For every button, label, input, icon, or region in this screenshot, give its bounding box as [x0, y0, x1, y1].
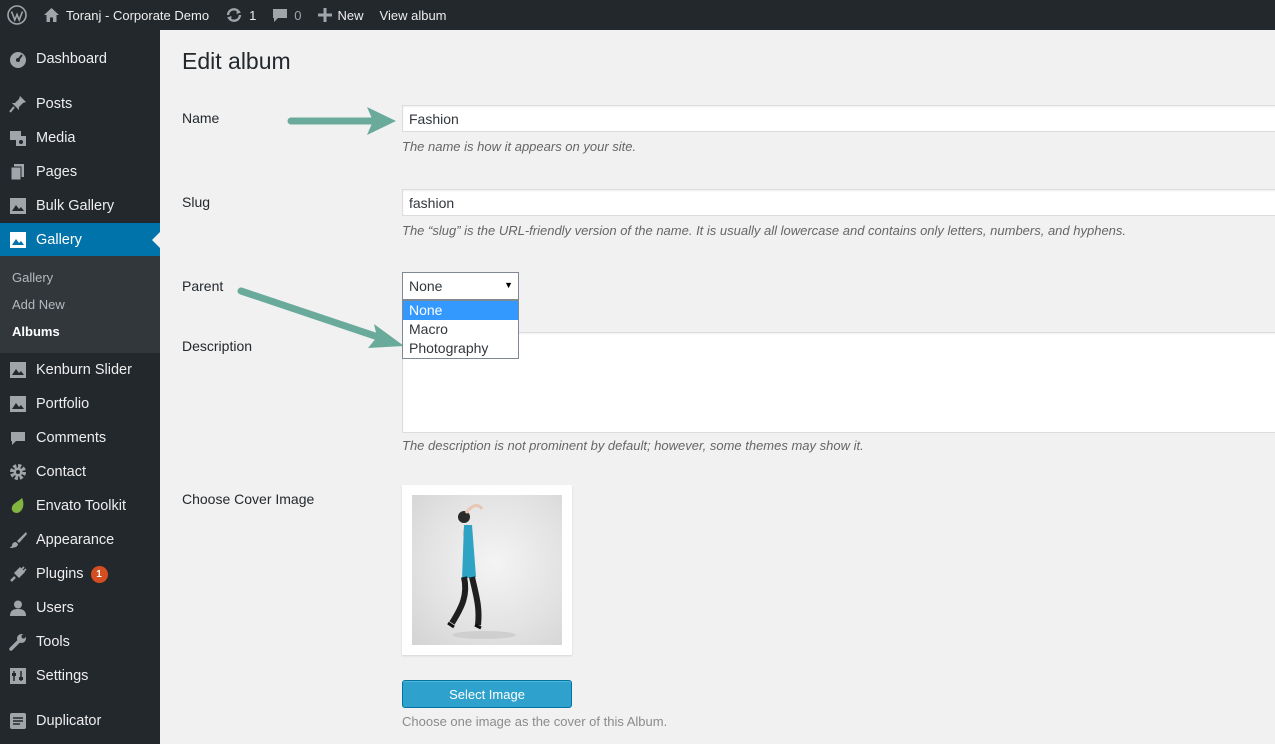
parent-label: Parent: [182, 278, 224, 294]
admin-sidebar: Dashboard Posts Media Pages Bulk Gallery…: [0, 30, 160, 744]
gallery-icon: [0, 362, 36, 378]
pages-icon: [0, 163, 36, 181]
select-image-button[interactable]: Select Image: [402, 680, 572, 708]
parent-option-none[interactable]: None: [403, 301, 518, 320]
sidebar-item-plugins[interactable]: Plugins 1: [0, 557, 160, 591]
parent-option-photography[interactable]: Photography: [403, 339, 518, 358]
sidebar-item-label: Tools: [36, 634, 70, 650]
new-label: New: [337, 7, 364, 23]
submenu-item-add-new[interactable]: Add New: [12, 297, 65, 312]
sidebar-item-label: Posts: [36, 96, 73, 112]
parent-option-macro[interactable]: Macro: [403, 320, 518, 339]
sidebar-item-label: Users: [36, 600, 74, 616]
sidebar-item-label: Bulk Gallery: [36, 198, 115, 214]
comment-icon: [0, 430, 36, 446]
sidebar-item-gallery[interactable]: Gallery: [0, 223, 160, 257]
comments-link[interactable]: 0: [264, 0, 309, 30]
sidebar-item-label: Plugins: [36, 566, 84, 582]
sidebar-item-dashboard[interactable]: Dashboard: [0, 42, 160, 76]
sidebar-item-contact[interactable]: Contact: [0, 455, 160, 489]
description-textarea[interactable]: [402, 332, 1275, 433]
gallery-submenu: Gallery Add New Albums: [0, 256, 160, 353]
gallery-icon: [0, 198, 36, 214]
gear-icon: [0, 463, 36, 481]
sidebar-item-label: Settings: [36, 668, 89, 684]
duplicator-icon: [0, 713, 36, 729]
dashboard-icon: [0, 50, 36, 68]
sidebar-item-label: Envato Toolkit: [36, 498, 127, 514]
settings-icon: [0, 668, 36, 684]
cover-image-preview[interactable]: [402, 485, 572, 655]
page-title: Edit album: [182, 48, 291, 74]
sidebar-item-label: Contact: [36, 464, 86, 480]
media-icon: [0, 129, 36, 147]
sidebar-item-tools[interactable]: Tools: [0, 625, 160, 659]
site-name: Toranj - Corporate Demo: [66, 7, 210, 23]
updates-link[interactable]: 1: [217, 0, 264, 30]
gallery-icon: [0, 396, 36, 412]
user-icon: [0, 600, 36, 616]
submenu-item-gallery[interactable]: Gallery: [12, 270, 53, 285]
plus-icon: [317, 8, 332, 22]
name-label: Name: [182, 110, 220, 126]
parent-selected-value: None: [409, 278, 443, 294]
view-album-label: View album: [379, 7, 447, 23]
dropdown-caret-icon: ▼: [504, 280, 513, 290]
main-content: Edit album Name The name is how it appea…: [160, 30, 1275, 744]
wordpress-logo-icon[interactable]: [0, 0, 35, 30]
description-help: The description is not prominent by defa…: [402, 438, 864, 453]
slug-input[interactable]: [402, 189, 1275, 216]
leaf-icon: [0, 497, 36, 515]
submenu-item-albums[interactable]: Albums: [12, 324, 60, 339]
sidebar-item-label: Comments: [36, 430, 107, 446]
sidebar-item-kenburn-slider[interactable]: Kenburn Slider: [0, 353, 160, 387]
sidebar-item-bulk-gallery[interactable]: Bulk Gallery: [0, 189, 160, 223]
sidebar-item-label: Duplicator: [36, 713, 102, 729]
sidebar-item-duplicator[interactable]: Duplicator: [0, 704, 160, 738]
sidebar-item-pages[interactable]: Pages: [0, 155, 160, 189]
sidebar-item-comments[interactable]: Comments: [0, 421, 160, 455]
site-name-link[interactable]: Toranj - Corporate Demo: [35, 0, 217, 30]
comment-bubble-icon: [272, 7, 288, 23]
plug-icon: [0, 565, 36, 583]
slug-label: Slug: [182, 194, 211, 210]
gallery-icon: [0, 232, 36, 248]
cover-image-label: Choose Cover Image: [182, 491, 315, 507]
sidebar-item-envato-toolkit[interactable]: Envato Toolkit: [0, 489, 160, 523]
view-album-link[interactable]: View album: [372, 0, 455, 30]
sidebar-item-appearance[interactable]: Appearance: [0, 523, 160, 557]
sidebar-item-users[interactable]: Users: [0, 591, 160, 625]
sidebar-item-label: Gallery: [36, 232, 82, 248]
wrench-icon: [0, 633, 36, 651]
sidebar-item-label: Portfolio: [36, 396, 90, 412]
sidebar-item-posts[interactable]: Posts: [0, 87, 160, 121]
sidebar-item-portfolio[interactable]: Portfolio: [0, 387, 160, 421]
sidebar-item-label: Pages: [36, 164, 78, 180]
new-content-link[interactable]: New: [310, 0, 372, 30]
comments-count: 0: [294, 7, 302, 23]
sidebar-item-label: Media: [36, 130, 76, 146]
name-input[interactable]: [402, 105, 1275, 132]
description-label: Description: [182, 338, 253, 354]
brush-icon: [0, 531, 36, 549]
name-description: The name is how it appears on your site.: [402, 139, 637, 154]
parent-select[interactable]: None ▼: [402, 272, 519, 300]
refresh-icon: [225, 7, 243, 23]
admin-bar: Toranj - Corporate Demo 1 0 New View alb…: [0, 0, 1275, 30]
updates-count: 1: [249, 7, 257, 23]
plugins-update-badge: 1: [90, 565, 108, 583]
cover-image-help: Choose one image as the cover of this Al…: [402, 714, 668, 729]
sidebar-item-media[interactable]: Media: [0, 121, 160, 155]
pin-icon: [0, 95, 36, 113]
slug-description: The “slug” is the URL-friendly version o…: [402, 223, 1127, 238]
sidebar-item-label: Appearance: [36, 532, 115, 548]
home-icon: [43, 7, 60, 23]
parent-dropdown-list: None Macro Photography: [402, 300, 519, 359]
sidebar-item-settings[interactable]: Settings: [0, 659, 160, 693]
cover-photo: [412, 495, 562, 645]
sidebar-item-label: Kenburn Slider: [36, 362, 132, 378]
sidebar-item-label: Dashboard: [36, 51, 107, 67]
